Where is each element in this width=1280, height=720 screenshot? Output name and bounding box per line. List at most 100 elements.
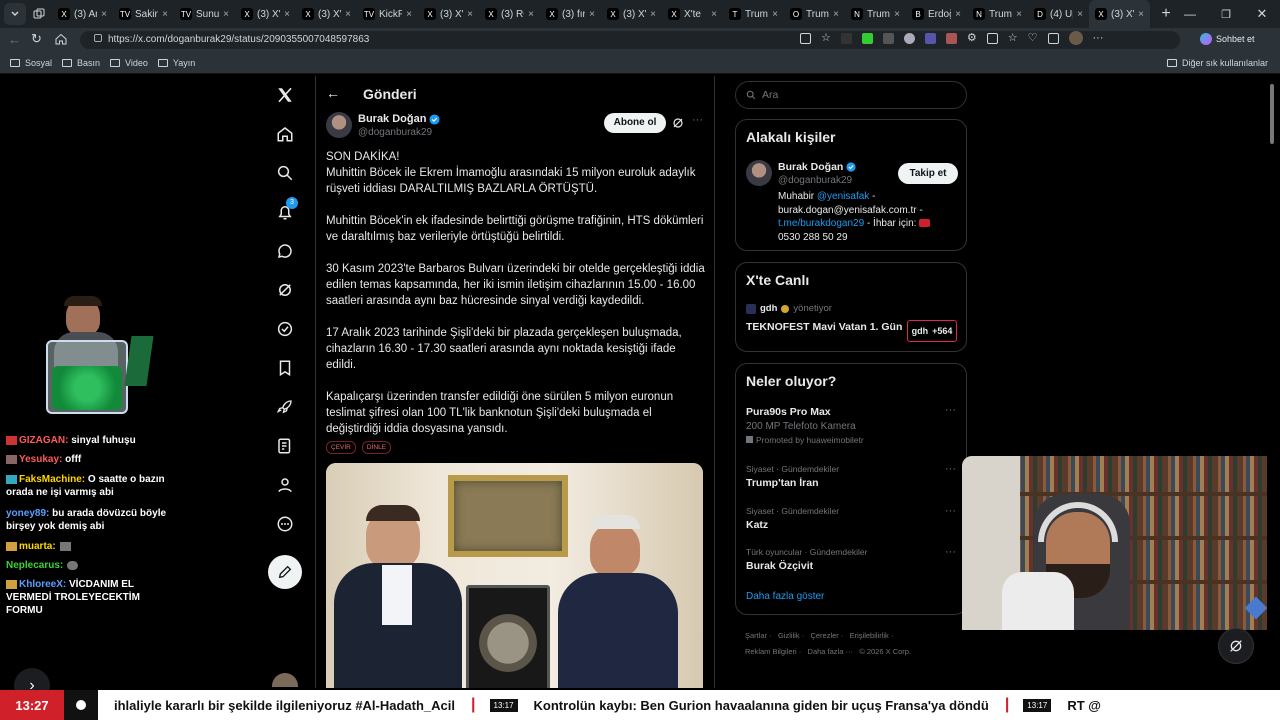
bookmark-folder-sosyal[interactable]: Sosyal bbox=[10, 58, 52, 68]
browser-tab[interactable]: TV Sakin × bbox=[113, 0, 174, 28]
browser-tab[interactable]: X (3) X'te× bbox=[1089, 0, 1150, 28]
favorites-icon[interactable]: ☆ bbox=[1008, 33, 1018, 45]
nav-notifications[interactable]: 3 bbox=[274, 197, 298, 223]
trend-item[interactable]: Siyaset · Gündemdekiler Katz ··· bbox=[746, 505, 958, 531]
browser-tab[interactable]: N Trump × bbox=[845, 0, 906, 28]
extension-icon[interactable] bbox=[840, 33, 852, 44]
bio-mention-link[interactable]: @yenisafak bbox=[817, 191, 869, 202]
browser-tab[interactable]: D (4) Up × bbox=[1028, 0, 1089, 28]
trend-more-icon[interactable]: ··· bbox=[945, 463, 956, 475]
tab-close-icon[interactable]: × bbox=[101, 9, 107, 20]
compose-post-button[interactable] bbox=[268, 555, 302, 589]
minimize-button[interactable]: — bbox=[1172, 7, 1208, 21]
nav-more[interactable] bbox=[274, 513, 296, 535]
browser-tab[interactable]: X (3) RO × bbox=[479, 0, 540, 28]
tab-close-icon[interactable]: × bbox=[528, 9, 534, 20]
tab-close-icon[interactable]: × bbox=[894, 9, 900, 20]
author-avatar[interactable] bbox=[326, 112, 352, 138]
nav-lists[interactable] bbox=[274, 435, 296, 457]
bookmark-folder-video[interactable]: Video bbox=[110, 58, 148, 68]
x-logo[interactable] bbox=[274, 84, 296, 106]
tab-close-icon[interactable]: × bbox=[284, 9, 290, 20]
nav-jobs[interactable] bbox=[274, 396, 296, 418]
browser-tab[interactable]: O Trump × bbox=[784, 0, 845, 28]
tab-close-icon[interactable]: × bbox=[345, 9, 351, 20]
post-more-icon[interactable]: ··· bbox=[692, 114, 703, 126]
bookmark-folder-yayin[interactable]: Yayın bbox=[157, 58, 195, 68]
trend-more-icon[interactable]: ··· bbox=[945, 546, 956, 558]
tab-close-icon[interactable]: × bbox=[162, 9, 168, 20]
tab-close-icon[interactable]: × bbox=[1077, 9, 1083, 20]
reload-button[interactable]: ↻ bbox=[31, 31, 42, 47]
extension-icon[interactable] bbox=[861, 33, 873, 44]
extension-icon[interactable] bbox=[903, 33, 915, 44]
overlay-grok-button[interactable] bbox=[1218, 628, 1254, 664]
related-handle[interactable]: @doganburak29 bbox=[778, 175, 852, 186]
split-screen-icon[interactable] bbox=[986, 33, 998, 44]
extension-icon[interactable] bbox=[945, 33, 957, 44]
trend-item[interactable]: Türk oyuncular · Gündemdekiler Burak Özç… bbox=[746, 546, 958, 572]
back-arrow-button[interactable]: ← bbox=[326, 85, 340, 101]
more-menu-icon[interactable]: ··· bbox=[1093, 33, 1104, 45]
related-name[interactable]: Burak Doğan bbox=[778, 161, 856, 173]
trend-more-icon[interactable]: ··· bbox=[945, 505, 956, 517]
account-avatar[interactable] bbox=[272, 673, 298, 687]
tab-list-menu-button[interactable] bbox=[4, 3, 26, 25]
browser-tab[interactable]: N Trump × bbox=[967, 0, 1028, 28]
promoted-trend[interactable]: Pura90s Pro Max 200 MP Telefoto Kamera P… bbox=[746, 404, 958, 445]
tab-close-icon[interactable]: × bbox=[406, 9, 412, 20]
browser-tab[interactable]: X X'te × bbox=[662, 0, 723, 28]
show-more-link[interactable]: Daha fazla göster bbox=[746, 591, 824, 602]
live-event-title[interactable]: TEKNOFEST Mavi Vatan 1. Gün bbox=[746, 321, 902, 333]
extension-icon[interactable] bbox=[882, 33, 894, 44]
workspaces-icon[interactable] bbox=[30, 5, 48, 23]
footer-link[interactable]: Daha fazla ··· bbox=[808, 647, 853, 656]
back-button[interactable]: ← bbox=[8, 32, 21, 47]
close-window-button[interactable]: ✕ bbox=[1244, 6, 1280, 22]
tab-close-icon[interactable]: × bbox=[1138, 9, 1144, 20]
tab-close-icon[interactable]: × bbox=[589, 9, 595, 20]
nav-verified[interactable] bbox=[274, 318, 296, 340]
settings-icon[interactable]: ⚙ bbox=[967, 33, 977, 45]
footer-link[interactable]: Erişilebilirlik bbox=[850, 631, 889, 640]
nav-bookmarks[interactable] bbox=[274, 357, 296, 379]
author-name[interactable]: Burak Doğan bbox=[358, 113, 441, 125]
favorite-star-icon[interactable]: ☆ bbox=[821, 33, 831, 45]
browser-tab[interactable]: T Trump × bbox=[723, 0, 784, 28]
browser-tab[interactable]: X (3) X'te× bbox=[235, 0, 296, 28]
browser-tab[interactable]: X (3) X'te× bbox=[418, 0, 479, 28]
nav-grok[interactable] bbox=[274, 240, 296, 262]
nav-grok-slash[interactable] bbox=[274, 279, 296, 301]
browser-tab[interactable]: TV Sunum× bbox=[174, 0, 235, 28]
search-box[interactable]: Ara bbox=[735, 81, 967, 109]
browser-tab[interactable]: B Erdoğ × bbox=[906, 0, 967, 28]
browser-tab[interactable]: X (3) X'te× bbox=[601, 0, 662, 28]
tab-close-icon[interactable]: × bbox=[711, 9, 717, 20]
tab-close-icon[interactable]: × bbox=[467, 9, 473, 20]
copilot-button[interactable]: Sohbet et bbox=[1200, 33, 1255, 45]
footer-link[interactable]: Şartlar bbox=[745, 631, 767, 640]
browser-tab[interactable]: TV KickPe× bbox=[357, 0, 418, 28]
nav-explore[interactable] bbox=[274, 162, 296, 184]
post-image[interactable] bbox=[326, 463, 703, 688]
bookmark-folder-basin[interactable]: Basın bbox=[62, 58, 100, 68]
browser-tab[interactable]: X (3) An × bbox=[52, 0, 113, 28]
author-handle[interactable]: @doganburak29 bbox=[358, 127, 432, 138]
page-scrollbar[interactable] bbox=[1270, 84, 1274, 144]
nav-profile[interactable] bbox=[274, 474, 296, 496]
listen-badge[interactable]: DİNLE bbox=[361, 441, 392, 454]
subscribe-button[interactable]: Abone ol bbox=[604, 113, 666, 133]
related-avatar[interactable] bbox=[746, 160, 772, 186]
tab-close-icon[interactable]: × bbox=[650, 9, 656, 20]
live-listeners-badge[interactable]: gdh +564 bbox=[907, 320, 957, 342]
trend-item[interactable]: Siyaset · Gündemdekiler Trump'tan İran ·… bbox=[746, 463, 958, 489]
site-info-icon[interactable] bbox=[94, 34, 102, 42]
other-bookmarks[interactable]: Diğer sık kullanılanlar bbox=[1166, 58, 1268, 68]
home-button[interactable] bbox=[55, 32, 67, 50]
footer-link[interactable]: Gizlilik bbox=[778, 631, 800, 640]
footer-link[interactable]: Reklam Bilgileri bbox=[745, 647, 797, 656]
profile-avatar[interactable] bbox=[1068, 31, 1083, 45]
footer-link[interactable]: Çerezler bbox=[810, 631, 838, 640]
collections-icon[interactable] bbox=[1047, 33, 1059, 44]
reader-icon[interactable] bbox=[800, 33, 811, 44]
